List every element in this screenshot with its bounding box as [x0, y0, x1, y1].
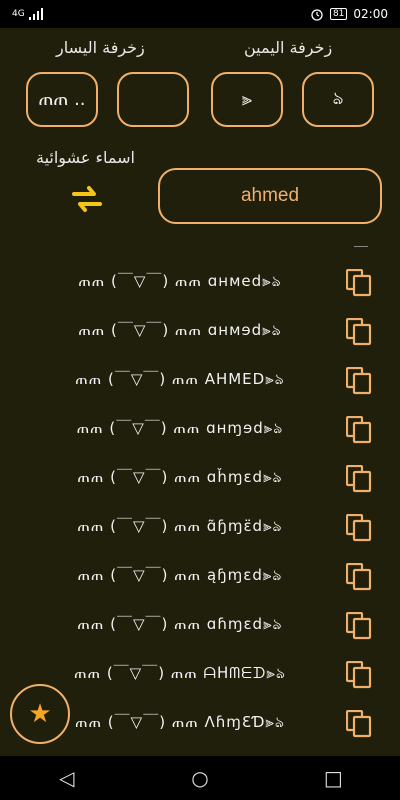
copy-icon[interactable]: [346, 415, 372, 444]
list-item[interactable]: ጠጠ (￣▽￣) ጠጠ ΑΗΜΕD⫸ঌ: [0, 356, 400, 405]
divider: [354, 246, 368, 247]
copy-icon[interactable]: [346, 562, 372, 591]
name-input[interactable]: ahmed: [158, 168, 382, 224]
decorated-name: ጠጠ (￣▽￣) ጠጠ ɑ̃ɧɱɛ̈d⫸ঌ: [77, 517, 283, 535]
list-item[interactable]: ጠጠ (￣▽￣) ጠጠ ɑʜɱɘd⫸ঌ: [0, 405, 400, 454]
decorated-name: ጠጠ (￣▽￣) ጠጠ ɑɦɱɛd⫸ঌ: [77, 615, 283, 633]
copy-icon[interactable]: [346, 611, 372, 640]
right-decoration-button-2[interactable]: ঌ: [302, 72, 374, 127]
left-decoration-label: زخرفة اليسار: [56, 38, 145, 57]
list-item[interactable]: ጠጠ (￣▽￣) ጠጠ ɑȟɱɛd⫸ঌ: [0, 454, 400, 503]
copy-icon[interactable]: [346, 268, 372, 297]
left-decoration-button-2[interactable]: [117, 72, 189, 127]
decorated-name: ጠጠ (￣▽￣) ጠጠ ɑʜмɘd⫸ঌ: [78, 321, 282, 339]
decorated-name: ጠጠ (￣▽￣) ጠጠ ΑΗΜΕD⫸ঌ: [75, 370, 285, 388]
battery-level: 81: [329, 8, 348, 20]
list-item[interactable]: ጠጠ (￣▽￣) ጠጠ ɑʜмеd⫸ঌ: [0, 258, 400, 307]
copy-icon[interactable]: [346, 709, 372, 738]
swap-icon[interactable]: [70, 182, 104, 216]
decorated-name: ጠጠ (￣▽￣) ጠጠ ᗩᕼᗰᗴᗪ⫸ঌ: [74, 664, 286, 682]
random-names-label: اسماء عشوائية: [36, 148, 135, 167]
back-button[interactable]: ◁: [47, 766, 87, 790]
list-item[interactable]: ጠጠ (￣▽￣) ጠጠ ąɧɱɛd⫸ঌ: [0, 552, 400, 601]
right-decoration-button-1[interactable]: ⫸: [211, 72, 283, 127]
copy-icon[interactable]: [346, 366, 372, 395]
copy-icon[interactable]: [346, 464, 372, 493]
decorated-name: ጠጠ (￣▽￣) ጠጠ ɑȟɱɛd⫸ঌ: [77, 468, 283, 486]
signal-icon: [28, 8, 43, 20]
network-type: 4G: [12, 9, 25, 19]
right-decoration-label: زخرفة اليمين: [244, 38, 333, 57]
clock: 02:00: [353, 7, 388, 21]
list-item[interactable]: ጠጠ (￣▽￣) ጠጠ ɑɦɱɛd⫸ঌ: [0, 601, 400, 650]
copy-icon[interactable]: [346, 660, 372, 689]
recent-apps-button[interactable]: □: [313, 766, 353, 790]
results-list: ጠጠ (￣▽￣) ጠጠ ɑʜмеd⫸ঌ ጠጠ (￣▽￣) ጠጠ ɑʜмɘd⫸ঌ …: [0, 258, 400, 748]
copy-icon[interactable]: [346, 513, 372, 542]
star-icon: ★: [28, 699, 52, 729]
decorated-name: ጠጠ (￣▽￣) ጠጠ ɑʜмеd⫸ঌ: [78, 272, 282, 290]
favorites-button[interactable]: ★: [10, 684, 70, 744]
copy-icon[interactable]: [346, 317, 372, 346]
left-decoration-button-1[interactable]: ጠጠ ..: [26, 72, 98, 127]
alarm-icon: [311, 9, 323, 21]
decorated-name: ጠጠ (￣▽￣) ጠጠ ɑʜɱɘd⫸ঌ: [76, 419, 284, 437]
decorated-name: ጠጠ (￣▽￣) ጠጠ ąɧɱɛd⫸ঌ: [77, 566, 283, 584]
list-item[interactable]: ጠጠ (￣▽￣) ጠጠ ɑʜмɘd⫸ঌ: [0, 307, 400, 356]
navigation-bar: ◁ ○ □: [0, 756, 400, 800]
list-item[interactable]: ጠጠ (￣▽￣) ጠጠ ɑ̃ɧɱɛ̈d⫸ঌ: [0, 503, 400, 552]
status-bar: 4G 81 02:00: [0, 0, 400, 28]
signal-indicator: 4G: [12, 8, 43, 20]
home-button[interactable]: ○: [180, 766, 220, 790]
